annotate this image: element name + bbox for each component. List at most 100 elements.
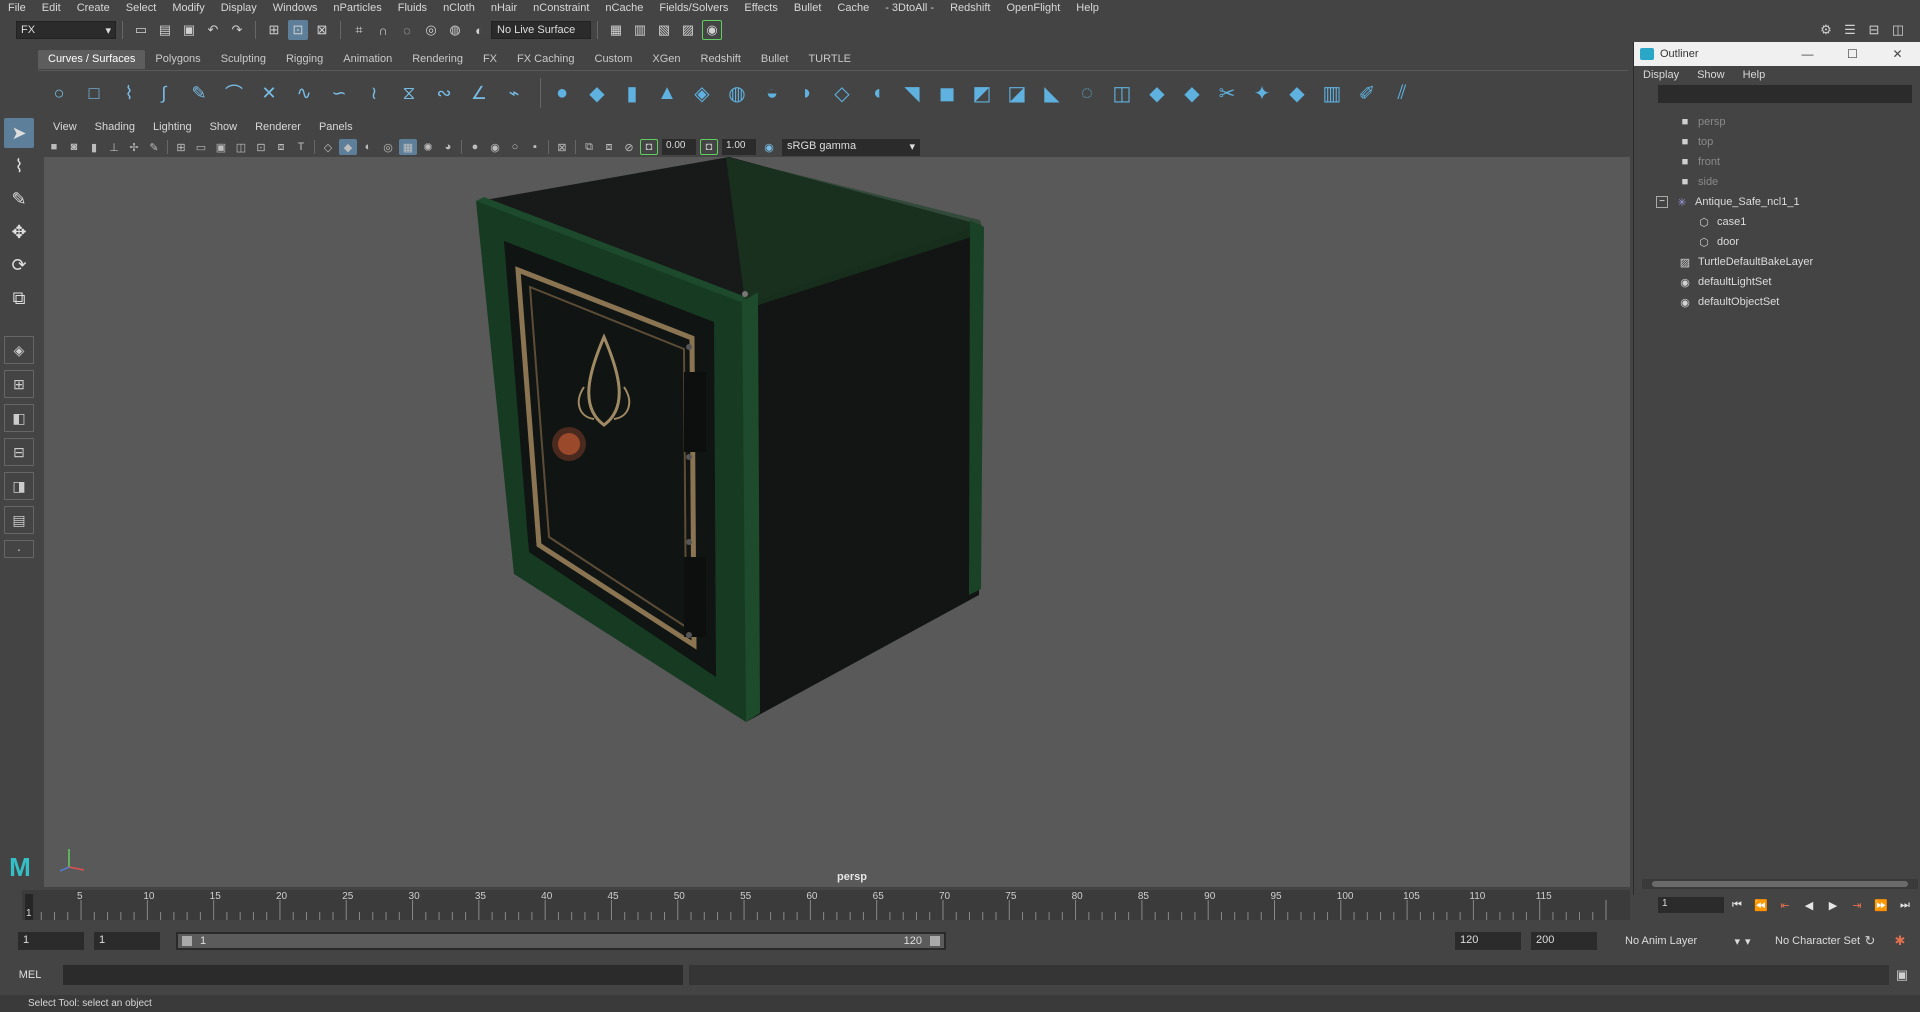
menu-modify[interactable]: Modify	[164, 0, 212, 17]
add-points-icon[interactable]: ∠	[464, 78, 494, 108]
textured-icon[interactable]: ▦	[399, 139, 417, 155]
gate-mask-icon[interactable]: ◫	[232, 139, 250, 155]
use-all-lights-icon[interactable]: ✺	[419, 139, 437, 155]
select-hierarchy-icon[interactable]: ⊞	[264, 20, 284, 40]
range-start-handle[interactable]	[182, 936, 192, 946]
square-surface-icon[interactable]: ◪	[1002, 78, 1032, 108]
render-settings-icon[interactable]: ▧	[654, 20, 674, 40]
play-forwards-icon[interactable]: ▶	[1822, 897, 1844, 913]
default-material-icon[interactable]: ◐	[359, 139, 377, 155]
step-back-key-icon[interactable]: ⏪	[1750, 897, 1772, 913]
cv-curve-icon[interactable]: ⌇	[114, 78, 144, 108]
snap-live-icon[interactable]: ◍	[445, 20, 465, 40]
scrollbar-thumb[interactable]	[1652, 881, 1908, 887]
persp-graph-layout-icon[interactable]: ⊟	[4, 438, 34, 466]
modeling-toolkit-icon[interactable]: ⚙	[1816, 20, 1836, 40]
project-curve-icon[interactable]: ◌	[1072, 78, 1102, 108]
grid-icon[interactable]: ⊞	[172, 139, 190, 155]
select-component-icon[interactable]: ⊠	[312, 20, 332, 40]
tab-fx-caching[interactable]: FX Caching	[507, 50, 584, 69]
gamma-toggle-icon[interactable]: ◘	[700, 139, 718, 155]
tab-sculpting[interactable]: Sculpting	[211, 50, 276, 69]
intersect-icon[interactable]: ◣	[1037, 78, 1067, 108]
character-set-dropdown[interactable]: ▾ No Character Set	[1745, 935, 1860, 948]
auto-key-icon[interactable]: ↻	[1860, 931, 1880, 951]
time-slider[interactable]: 5 10 15 20 25 30 35 40 45 50 55 60 65 70 75 80 85 90 95 100…	[22, 890, 1630, 920]
go-to-start-icon[interactable]: ⏮	[1726, 897, 1748, 913]
perspective-viewport[interactable]: persp	[44, 157, 1630, 887]
isolate-select-icon[interactable]: ⊠	[553, 139, 571, 155]
outliner-menu-display[interactable]: Display	[1634, 69, 1688, 81]
film-gate-icon[interactable]: ▭	[192, 139, 210, 155]
go-to-end-icon[interactable]: ⏭	[1894, 897, 1916, 913]
offset-curve-icon[interactable]: ⧖	[394, 78, 424, 108]
tab-polygons[interactable]: Polygons	[145, 50, 210, 69]
outliner-layout-icon[interactable]: ▤	[4, 506, 34, 534]
anti-aliasing-icon[interactable]: ○	[506, 139, 524, 155]
menu-create[interactable]: Create	[69, 0, 118, 17]
animation-preferences-icon[interactable]: ✱	[1890, 931, 1910, 951]
curve-editing-icon[interactable]: ⌁	[499, 78, 529, 108]
tab-curves-surfaces[interactable]: Curves / Surfaces	[38, 50, 146, 69]
outliner-horizontal-scrollbar[interactable]	[1642, 879, 1918, 889]
tab-fx[interactable]: FX	[473, 50, 507, 69]
more-layouts-icon[interactable]: ·	[4, 540, 34, 558]
outliner-item-default-object-set[interactable]: ◉ defaultObjectSet	[1634, 292, 1920, 312]
select-tool-icon[interactable]: ➤	[4, 118, 34, 148]
snap-point-icon[interactable]: ◌	[397, 20, 417, 40]
rebuild-surface-icon[interactable]: ▥	[1317, 78, 1347, 108]
menu-nhair[interactable]: nHair	[483, 0, 525, 17]
outliner-item-antique-safe[interactable]: − ✳ Antique_Safe_ncl1_1	[1634, 192, 1920, 212]
tab-custom[interactable]: Custom	[585, 50, 643, 69]
current-frame-field[interactable]: 1	[1658, 897, 1724, 913]
four-view-layout-icon[interactable]: ⊞	[4, 370, 34, 398]
boundary-icon[interactable]: ◩	[967, 78, 997, 108]
command-input[interactable]	[63, 965, 683, 985]
move-tool-icon[interactable]: ✥	[4, 217, 34, 247]
smooth-shade-icon[interactable]: ◆	[339, 139, 357, 155]
tool-settings-icon[interactable]: ⊟	[1864, 20, 1884, 40]
script-language-label[interactable]: MEL	[0, 969, 60, 981]
channel-box-icon[interactable]: ◫	[1888, 20, 1908, 40]
resolution-gate-icon[interactable]: ▣	[212, 139, 230, 155]
menu-fields-solvers[interactable]: Fields/Solvers	[651, 0, 736, 17]
revolve-icon[interactable]: ◒	[757, 78, 787, 108]
nurbs-cone-icon[interactable]: ▲	[652, 78, 682, 108]
nurbs-torus-icon[interactable]: ◍	[722, 78, 752, 108]
lasso-tool-icon[interactable]: ⌇	[4, 151, 34, 181]
tab-rendering[interactable]: Rendering	[402, 50, 473, 69]
gamma-field[interactable]: 1.00	[722, 139, 756, 155]
surface-editing-icon[interactable]: ⫽	[1387, 78, 1417, 108]
menu-3dtoall[interactable]: - 3DtoAll -	[877, 0, 942, 17]
view-transform-dropdown[interactable]: sRGB gamma ▾	[782, 138, 920, 156]
nurbs-sphere-icon[interactable]: ●	[547, 78, 577, 108]
maximize-icon[interactable]: ☐	[1830, 47, 1875, 61]
tab-bullet[interactable]: Bullet	[751, 50, 799, 69]
close-icon[interactable]: ✕	[1875, 47, 1920, 61]
ambient-occlusion-icon[interactable]: ●	[466, 139, 484, 155]
outliner-item-turtle-bake-layer[interactable]: ▨ TurtleDefaultBakeLayer	[1634, 252, 1920, 272]
collapse-icon[interactable]: −	[1656, 196, 1668, 208]
start-time-field[interactable]: 1	[18, 932, 84, 950]
outliner-item-persp[interactable]: ■ persp	[1634, 112, 1920, 132]
single-perspective-layout-icon[interactable]: ◈	[4, 336, 34, 364]
image-plane-icon[interactable]: ⊥	[105, 139, 123, 155]
menu-set-dropdown[interactable]: FX ▾	[16, 21, 116, 39]
menu-windows[interactable]: Windows	[265, 0, 326, 17]
insert-knot-icon[interactable]: ∽	[324, 78, 354, 108]
sculpt-geometry-icon[interactable]: ✐	[1352, 78, 1382, 108]
menu-display[interactable]: Display	[213, 0, 265, 17]
arc-tool-icon[interactable]: ⌒	[219, 78, 249, 108]
open-scene-icon[interactable]: ▤	[155, 20, 175, 40]
play-backwards-icon[interactable]: ◀	[1798, 897, 1820, 913]
menu-select[interactable]: Select	[118, 0, 165, 17]
tab-animation[interactable]: Animation	[333, 50, 402, 69]
outliner-menu-help[interactable]: Help	[1734, 69, 1775, 81]
loft-icon[interactable]: ◗	[792, 78, 822, 108]
redshift-render-view-icon[interactable]: ◉	[702, 20, 722, 40]
menu-nconstraint[interactable]: nConstraint	[525, 0, 597, 17]
nurbs-plane-icon[interactable]: ◈	[687, 78, 717, 108]
birail-icon[interactable]: ◥	[897, 78, 927, 108]
persp-outliner-layout-icon[interactable]: ◧	[4, 404, 34, 432]
attribute-editor-icon[interactable]: ☰	[1840, 20, 1860, 40]
